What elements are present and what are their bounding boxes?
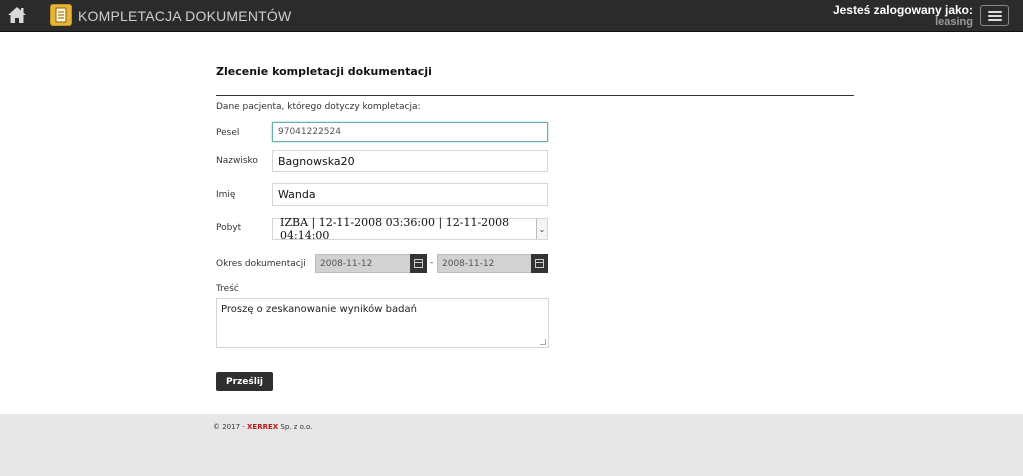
user-label: Jesteś zalogowany jako: <box>832 3 973 17</box>
footer-suffix: Sp. z o.o. <box>278 423 313 431</box>
footer-brand: XERREX <box>247 423 279 431</box>
pobyt-selected-value: IZBA | 12-11-2008 03:36:00 | 12-11-2008 … <box>280 216 510 242</box>
home-icon[interactable] <box>7 6 27 24</box>
footer: © 2017 - XERREX Sp. z o.o. <box>0 414 1023 476</box>
chevron-down-icon[interactable]: ⌄ <box>536 219 547 239</box>
pesel-input[interactable]: 97041222524 <box>272 122 548 142</box>
tresc-textarea[interactable]: Proszę o zeskanowanie wyników badań <box>216 298 549 348</box>
pesel-label: Pesel <box>216 128 240 138</box>
form-title: Zlecenie kompletacji dokumentacji <box>216 65 432 78</box>
calendar-icon[interactable] <box>410 254 427 273</box>
hamburger-menu-icon[interactable] <box>980 5 1009 26</box>
form-intro: Dane pacjenta, którego dotyczy kompletac… <box>216 102 421 112</box>
pobyt-label: Pobyt <box>216 223 242 233</box>
document-icon <box>50 4 72 26</box>
tresc-label: Treść <box>216 284 239 294</box>
tresc-text: Proszę o zeskanowanie wyników badań <box>221 304 417 315</box>
okres-label: Okres dokumentacji <box>216 259 306 269</box>
footer-copyright: © 2017 - XERREX Sp. z o.o. <box>213 423 312 431</box>
submit-button[interactable]: Prześlij <box>216 372 273 391</box>
user-info: Jesteś zalogowany jako: leasing <box>833 4 973 29</box>
main-content: Zlecenie kompletacji dokumentacji Dane p… <box>0 32 1023 414</box>
resize-grip-icon[interactable] <box>540 339 546 345</box>
calendar-icon[interactable] <box>531 254 548 273</box>
top-navbar: KOMPLETACJA DOKUMENTÓW Jesteś zalogowany… <box>0 0 1023 32</box>
nazwisko-input[interactable]: Bagnowska20 <box>272 150 548 172</box>
imie-input[interactable]: Wanda <box>272 183 548 206</box>
date-separator: - <box>430 258 434 268</box>
user-name: leasing <box>935 16 973 28</box>
pobyt-select[interactable]: IZBA | 12-11-2008 03:36:00 | 12-11-2008 … <box>272 216 548 242</box>
title-divider <box>216 95 854 96</box>
nazwisko-label: Nazwisko <box>216 156 258 166</box>
imie-label: Imię <box>216 190 236 200</box>
date-from-input[interactable]: 2008-11-12 <box>315 254 411 273</box>
app-title[interactable]: KOMPLETACJA DOKUMENTÓW <box>78 8 291 24</box>
date-to-input[interactable]: 2008-11-12 <box>437 254 532 273</box>
footer-prefix: © 2017 - <box>213 423 248 431</box>
